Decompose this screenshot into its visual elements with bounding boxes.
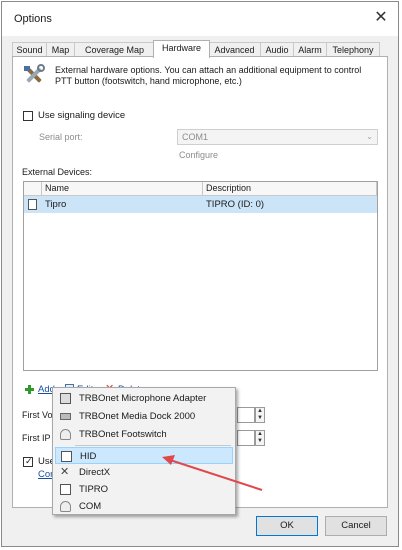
keyboard-icon: [61, 451, 72, 462]
menu-item-label: HID: [80, 451, 97, 462]
window-title: Options: [14, 13, 52, 25]
device-description: TIPRO (ID: 0): [206, 199, 265, 210]
use-signaling-checkbox[interactable]: [23, 111, 33, 121]
directx-icon: ✕: [60, 466, 70, 478]
tab-telephony[interactable]: Telephony: [326, 42, 380, 57]
configure-link[interactable]: Configure: [179, 150, 218, 160]
column-header-icon: [24, 182, 42, 196]
first-ip-input[interactable]: [237, 430, 255, 446]
first-ip-label: First IP: [22, 433, 51, 443]
menu-item-label: TRBOnet Footswitch: [79, 429, 167, 440]
microphone-adapter-icon: [60, 393, 71, 404]
cancel-button[interactable]: Cancel: [325, 516, 387, 536]
use-signaling-label: Use signaling device: [38, 110, 126, 121]
media-dock-icon: [60, 413, 71, 420]
menu-item-label: TIPRO: [79, 484, 109, 495]
table-row[interactable]: Tipro TIPRO (ID: 0): [24, 196, 377, 213]
external-devices-label: External Devices:: [22, 167, 93, 177]
menu-item-label: COM: [79, 501, 102, 512]
tab-sound[interactable]: Sound: [12, 42, 47, 57]
com-icon: [60, 501, 71, 512]
chevron-down-icon: ⌄: [366, 132, 373, 141]
checkmark-icon: ✓: [25, 456, 33, 466]
tab-audio[interactable]: Audio: [260, 42, 294, 57]
device-icon: [28, 199, 37, 210]
serial-port-select[interactable]: COM1 ⌄: [177, 129, 378, 145]
use-checkbox[interactable]: ✓: [23, 456, 33, 467]
tab-hardware[interactable]: Hardware: [153, 40, 210, 58]
hardware-description: External hardware options. You can attac…: [55, 65, 362, 86]
menu-item-media-dock[interactable]: TRBOnet Media Dock 2000: [55, 408, 233, 425]
column-header-name[interactable]: Name: [42, 182, 203, 196]
tipro-icon: [60, 484, 71, 495]
tab-coverage-map[interactable]: Coverage Map: [74, 42, 155, 57]
ok-button[interactable]: OK: [256, 516, 318, 536]
menu-item-label: TRBOnet Microphone Adapter: [79, 393, 207, 404]
menu-item-label: DirectX: [79, 467, 111, 478]
menu-item-tipro[interactable]: TIPRO: [55, 481, 233, 498]
first-vo-label: First Vo: [22, 410, 53, 420]
footswitch-icon: [60, 429, 71, 440]
tools-icon: [21, 63, 47, 89]
menu-item-microphone-adapter[interactable]: TRBOnet Microphone Adapter: [55, 390, 233, 407]
tab-alarm[interactable]: Alarm: [293, 42, 327, 57]
add-icon[interactable]: [25, 385, 34, 394]
external-devices-table: Name Description Tipro TIPRO (ID: 0): [23, 181, 378, 371]
first-ip-stepper[interactable]: ▲ ▼: [255, 430, 265, 446]
first-vo-stepper[interactable]: ▲ ▼: [255, 407, 265, 423]
column-header-description[interactable]: Description: [203, 182, 377, 196]
device-name: Tipro: [45, 199, 67, 210]
menu-item-directx[interactable]: ✕ DirectX: [55, 464, 233, 481]
menu-item-com[interactable]: COM: [55, 498, 233, 515]
add-device-menu: TRBOnet Microphone Adapter TRBOnet Media…: [52, 387, 236, 515]
serial-port-value: COM1: [182, 132, 209, 142]
first-vo-input[interactable]: [237, 407, 255, 423]
tab-map[interactable]: Map: [46, 42, 75, 57]
title-bar: Options ✕: [2, 2, 398, 36]
close-icon[interactable]: ✕: [372, 9, 390, 27]
menu-item-footswitch[interactable]: TRBOnet Footswitch: [55, 426, 233, 443]
tab-advanced[interactable]: Advanced: [208, 42, 261, 57]
menu-item-label: TRBOnet Media Dock 2000: [79, 411, 196, 422]
serial-port-label: Serial port:: [39, 132, 83, 142]
menu-item-hid[interactable]: HID: [55, 447, 233, 464]
menu-separator: [75, 445, 231, 446]
